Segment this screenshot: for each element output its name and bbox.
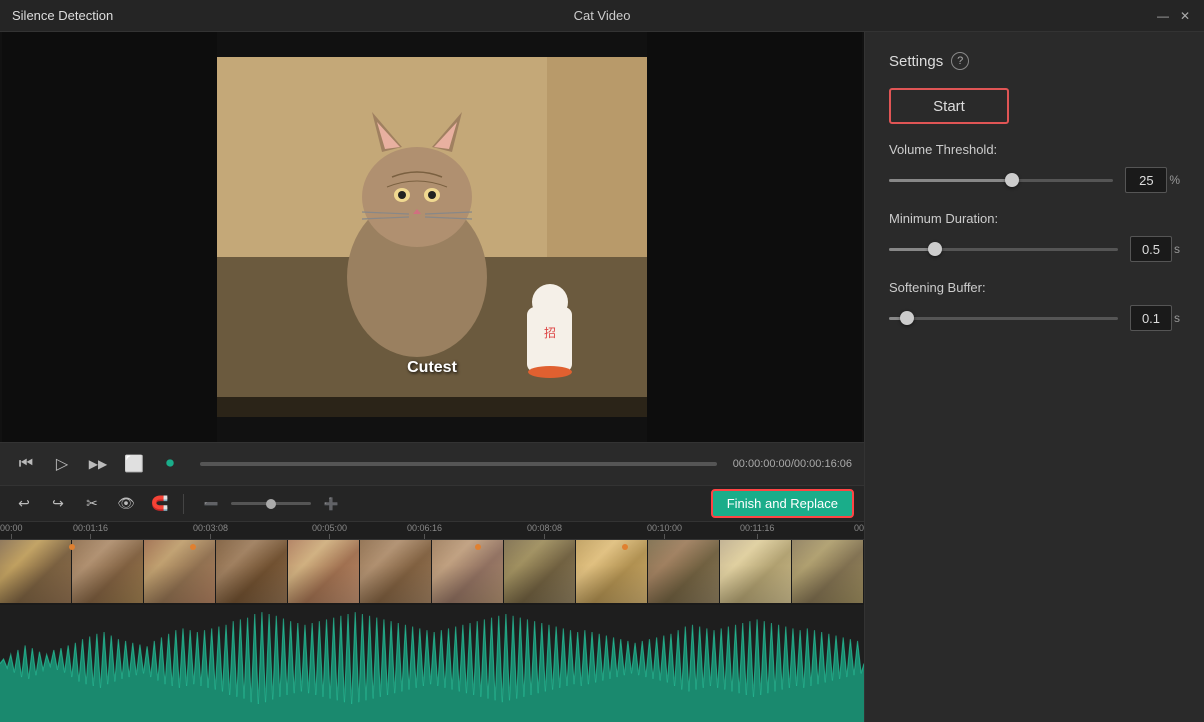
zoom-in-button[interactable]: ➕ [317, 490, 345, 518]
volume-threshold-input[interactable] [1125, 167, 1167, 193]
thumb-11 [720, 540, 792, 603]
thumb-1 [0, 540, 72, 603]
total-time: 00:00:16:06 [794, 458, 852, 470]
zoom-slider-thumb [266, 499, 276, 509]
zoom-slider[interactable] [231, 502, 311, 505]
thumb-3 [144, 540, 216, 603]
ruler-mark: 00:06:16 [407, 523, 442, 539]
undo-button[interactable]: ↩ [10, 490, 38, 518]
zoom-area: ➖ ➕ [197, 490, 345, 518]
side-right [647, 32, 862, 442]
video-subtitle: Cutest [407, 359, 457, 377]
minimize-button[interactable]: — [1156, 9, 1170, 23]
ruler-mark: 00:10:00 [647, 523, 682, 539]
thumb-2 [72, 540, 144, 603]
playback-bar: ⏮ ▷ ▶▶ ⬜ ⏺ 00:00:00:00/00:00:16:06 [0, 442, 864, 486]
help-icon[interactable]: ? [951, 52, 969, 70]
ruler-mark: 00:11:16 [740, 523, 774, 539]
volume-threshold-row: Volume Threshold: % [889, 142, 1180, 193]
close-button[interactable]: ✕ [1178, 9, 1192, 23]
softening-buffer-label: Softening Buffer: [889, 280, 1180, 295]
start-button[interactable]: Start [889, 88, 1009, 124]
svg-text:招: 招 [544, 326, 556, 340]
thumb-10 [648, 540, 720, 603]
softening-buffer-input[interactable] [1130, 305, 1172, 331]
waveform-svg [0, 605, 864, 722]
thumb-12 [792, 540, 864, 603]
volume-threshold-slider[interactable] [889, 179, 1113, 182]
ruler-mark: 00:00 [0, 523, 23, 539]
side-left [2, 32, 217, 442]
minimum-duration-control: s [889, 236, 1180, 262]
settings-panel: Settings ? Start Volume Threshold: % Min… [864, 32, 1204, 722]
ruler-mark: 00:05:00 [312, 523, 347, 539]
zoom-out-button[interactable]: ➖ [197, 490, 225, 518]
volume-threshold-thumb[interactable] [1005, 173, 1019, 187]
toolbar-separator-1 [183, 494, 184, 514]
title-bar: Silence Detection Cat Video — ✕ [0, 0, 1204, 32]
thumb-5 [288, 540, 360, 603]
thumb-4 [216, 540, 288, 603]
thumb-6 [360, 540, 432, 603]
track-thumbnails [0, 540, 864, 603]
magnet-button[interactable]: 🧲 [146, 490, 174, 518]
minimum-duration-label: Minimum Duration: [889, 211, 1180, 226]
toolbar: ↩ ↪ ✂ 👁 🧲 ➖ ➕ Finish and Replace [0, 486, 864, 522]
minimum-duration-slider[interactable] [889, 248, 1118, 251]
main-container: 招 Cutest ⏮ ▷ ▶▶ ⬜ ⏺ [0, 32, 1204, 722]
play-alt-button[interactable]: ▶▶ [84, 450, 112, 478]
cat-image: 招 Cutest [217, 57, 647, 417]
volume-threshold-control: % [889, 167, 1180, 193]
window-controls: — ✕ [1156, 9, 1192, 23]
volume-threshold-value-box: % [1125, 167, 1180, 193]
left-panel: 招 Cutest ⏮ ▷ ▶▶ ⬜ ⏺ [0, 32, 864, 722]
minimum-duration-thumb[interactable] [928, 242, 942, 256]
ruler-mark: 00:08:08 [527, 523, 562, 539]
ruler-mark: 00:03:08 [193, 523, 228, 539]
ruler-content: 00:00 00:01:16 00:03:08 00:05:00 00:06:16 00:… [0, 522, 864, 539]
play-button[interactable]: ▷ [48, 450, 76, 478]
video-track[interactable] [0, 540, 864, 605]
cut-button[interactable]: ✂ [78, 490, 106, 518]
settings-title: Settings [889, 53, 943, 70]
ruler-mark: 00:01:16 [73, 523, 108, 539]
volume-threshold-label: Volume Threshold: [889, 142, 1180, 157]
current-time: 00:00:00:00 [733, 458, 791, 470]
playback-time: 00:00:00:00/00:00:16:06 [733, 458, 852, 470]
eye-button[interactable]: 👁 [112, 490, 140, 518]
softening-buffer-unit: s [1174, 311, 1180, 325]
volume-threshold-unit: % [1169, 173, 1180, 187]
audio-track [0, 605, 864, 722]
thumb-8 [504, 540, 576, 603]
video-title: Cat Video [574, 8, 631, 23]
video-frame: 招 Cutest [217, 57, 647, 417]
record-button[interactable]: ⏺ [156, 450, 184, 478]
minimum-duration-input[interactable] [1130, 236, 1172, 262]
thumb-9 [576, 540, 648, 603]
playback-progress[interactable] [200, 462, 717, 466]
redo-button[interactable]: ↪ [44, 490, 72, 518]
minimum-duration-unit: s [1174, 242, 1180, 256]
minimum-duration-value-box: s [1130, 236, 1180, 262]
settings-header: Settings ? [889, 52, 1180, 70]
softening-buffer-control: s [889, 305, 1180, 331]
thumb-7 [432, 540, 504, 603]
finish-and-replace-button[interactable]: Finish and Replace [711, 489, 854, 518]
video-area: 招 Cutest [0, 32, 864, 442]
app-title: Silence Detection [12, 8, 113, 23]
crop-button[interactable]: ⬜ [120, 450, 148, 478]
softening-buffer-value-box: s [1130, 305, 1180, 331]
minimum-duration-row: Minimum Duration: s [889, 211, 1180, 262]
softening-buffer-slider[interactable] [889, 317, 1118, 320]
softening-buffer-thumb[interactable] [900, 311, 914, 325]
softening-buffer-row: Softening Buffer: s [889, 280, 1180, 331]
ruler-mark: 00:13:08 [854, 523, 864, 539]
skip-back-button[interactable]: ⏮ [12, 450, 40, 478]
volume-threshold-fill [889, 179, 1012, 182]
timeline-ruler: 00:00 00:01:16 00:03:08 00:05:00 00:06:16 00:… [0, 522, 864, 540]
